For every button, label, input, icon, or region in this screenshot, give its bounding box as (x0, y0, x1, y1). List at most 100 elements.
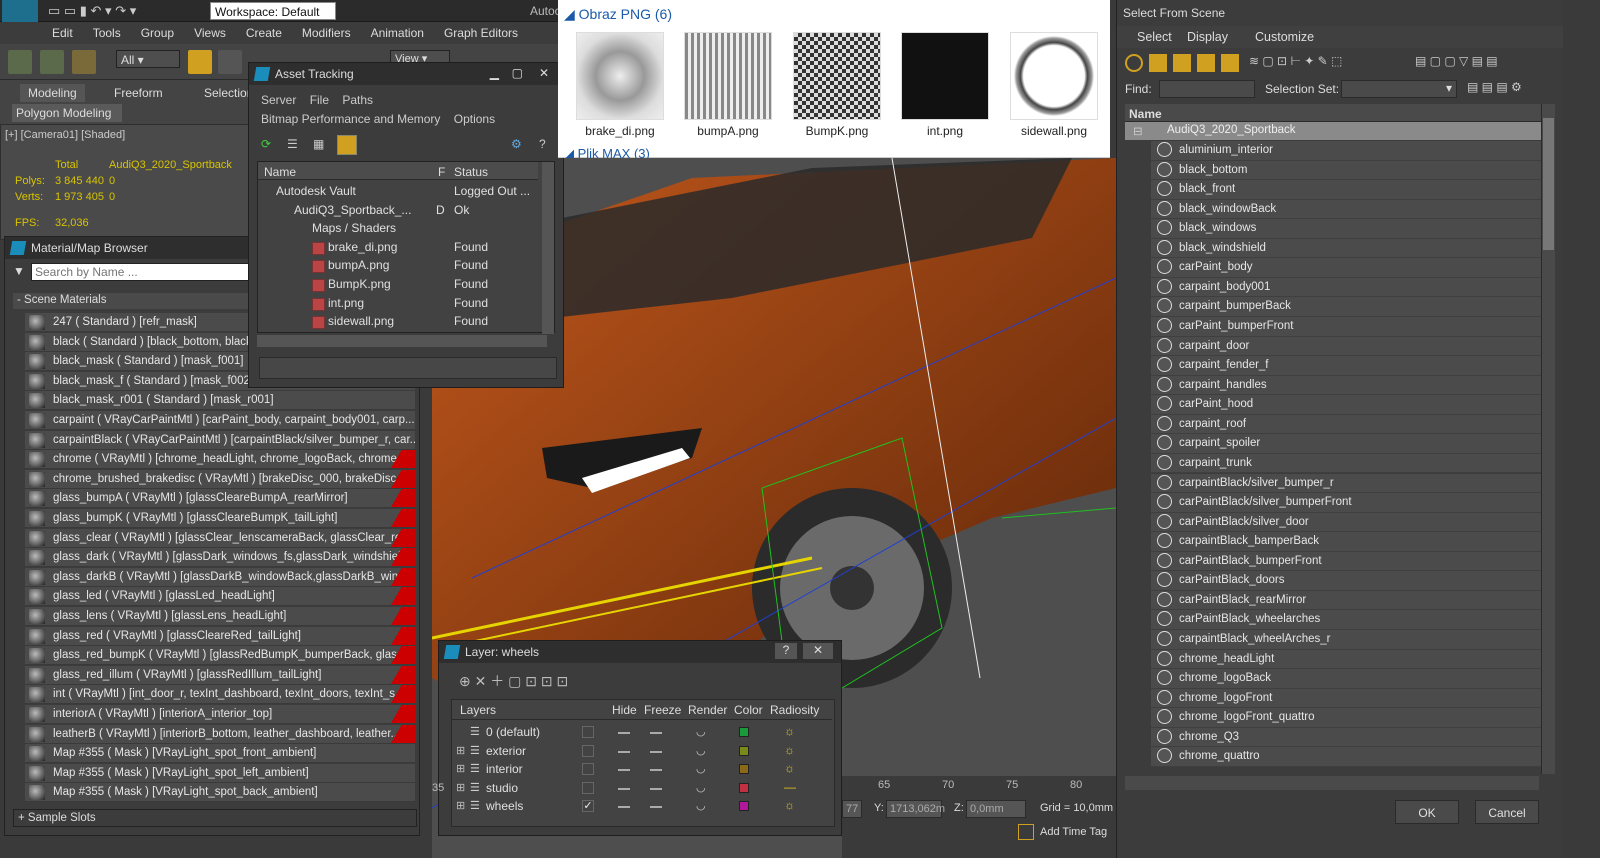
scrollbar-thumb[interactable] (1543, 118, 1554, 250)
polygon-modeling-panel[interactable]: Polygon Modeling (12, 104, 122, 122)
hide-toggle[interactable] (618, 806, 630, 809)
minimize-icon[interactable]: ▁ (490, 66, 499, 80)
png-group-header[interactable]: ◢ Obraz PNG (6) (564, 6, 672, 23)
scene-vscrollbar[interactable] (1541, 104, 1555, 774)
render-teapot-icon[interactable]: ◡ (696, 799, 706, 812)
col-layers[interactable]: Layers (460, 703, 496, 717)
material-item[interactable]: Map #355 ( Mask ) [VRayLight_spot_front_… (25, 744, 415, 764)
menu-tools[interactable]: Tools (83, 22, 131, 40)
thumb-bumpk[interactable] (793, 32, 881, 120)
menu-group[interactable]: Group (131, 22, 184, 40)
material-item[interactable]: glass_red_bumpK ( VRayMtl ) [glassRedBum… (25, 646, 415, 666)
set-tools-icons[interactable]: ▤ ▤ ▤ ⚙ (1467, 80, 1522, 94)
hide-toggle[interactable] (618, 769, 630, 772)
asset-path-field[interactable] (259, 357, 557, 379)
current-layer-checkbox[interactable] (582, 726, 594, 738)
y-coord-field[interactable]: 1713,062m (886, 800, 945, 818)
asset-row[interactable]: AudiQ3_Sportback_... D Ok (258, 203, 536, 221)
link-icon[interactable] (8, 50, 32, 74)
helpers-filter-icon[interactable] (1221, 54, 1239, 72)
layer-color-swatch[interactable] (739, 801, 749, 812)
scene-object-row[interactable]: black_windowBack (1151, 199, 1541, 220)
refresh-icon[interactable]: ⟳ (261, 137, 277, 153)
scene-object-row[interactable]: carpaintBlack_wheelArches_r (1151, 630, 1541, 650)
geometry-filter-icon[interactable] (1125, 54, 1143, 72)
col-status[interactable]: Status (454, 165, 488, 179)
scene-object-row[interactable]: chrome_logoBack (1151, 669, 1541, 689)
hide-toggle[interactable] (618, 787, 630, 790)
menu-create[interactable]: Create (236, 22, 292, 40)
scene-object-row[interactable]: black_front (1151, 180, 1541, 200)
add-time-tag-button[interactable]: Add Time Tag (1040, 826, 1107, 838)
scene-object-row[interactable]: carPaintBlack_doors (1151, 571, 1541, 591)
scene-object-row[interactable]: carPaint_hood (1151, 395, 1541, 415)
cancel-button[interactable]: Cancel (1475, 800, 1539, 824)
freeze-toggle[interactable] (650, 750, 662, 753)
hide-toggle[interactable] (618, 732, 630, 734)
current-layer-checkbox[interactable] (582, 781, 594, 794)
scene-object-row[interactable]: black_bottom (1151, 160, 1541, 181)
time-tag-icon[interactable] (1018, 824, 1034, 840)
lamp-icon[interactable]: ☼ (784, 761, 795, 775)
material-item[interactable]: black_mask_r001 ( Standard ) [mask_r001] (25, 391, 415, 411)
layer-row[interactable]: ⊞ ☰ studio ◡ — (452, 780, 822, 798)
material-item[interactable]: Map #355 ( Mask ) [VRayLight_spot_back_a… (25, 783, 415, 803)
scene-object-row[interactable]: carpaint_handles (1151, 375, 1541, 396)
freeze-toggle[interactable] (650, 787, 662, 790)
scene-object-row[interactable]: carPaintBlack_bumperFront (1151, 551, 1541, 572)
maximize-icon[interactable]: ▢ (512, 66, 523, 80)
material-item[interactable]: carpaintBlack ( VRayCarPaintMtl ) [carpa… (25, 430, 415, 450)
hide-toggle[interactable] (618, 750, 630, 753)
vault-icon[interactable]: ⚙ (511, 137, 522, 151)
spacewarps-filter-icon[interactable]: ≋ ▢ ⊡ ⊢ ✦ ✎ ⬚ (1249, 54, 1342, 68)
menu-edit[interactable]: Edit (42, 22, 83, 40)
scene-object-row[interactable]: carPaint_body (1151, 258, 1541, 278)
grid-view-icon[interactable] (337, 135, 357, 155)
menu-select[interactable]: Select (1137, 30, 1172, 44)
layer-color-swatch[interactable] (739, 745, 749, 756)
thumb-brake-di[interactable] (576, 32, 664, 120)
col-name[interactable]: Name (264, 165, 296, 179)
quick-access-icons[interactable]: ▭ ▭ ▮ ↶ ▾ ↷ ▾ (48, 3, 198, 19)
thumb-sidewall[interactable] (1010, 32, 1098, 120)
material-item[interactable]: glass_red ( VRayMtl ) [glassCleareRed_ta… (25, 626, 415, 646)
layer-toolbar-icons[interactable]: ⊕ ✕ ＋ ▢ ⊡ ⊡ ⊡ (459, 671, 568, 691)
asset-row[interactable]: BumpK.png Found (258, 277, 536, 295)
menu-views[interactable]: Views (184, 22, 236, 40)
options-dropdown-icon[interactable]: ▼ (13, 264, 29, 278)
menu-animation[interactable]: Animation (361, 22, 434, 40)
freeze-toggle[interactable] (650, 769, 662, 772)
select-by-name-icon[interactable] (218, 50, 242, 74)
asset-tracking-titlebar[interactable]: Asset Tracking ▁ ▢ ✕ (249, 63, 563, 85)
lamp-icon[interactable]: ☼ (784, 724, 795, 738)
scene-object-row[interactable]: carpaint_fender_f (1151, 356, 1541, 376)
scene-object-row[interactable]: carpaintBlack/silver_bumper_r (1151, 473, 1541, 494)
render-teapot-icon[interactable]: ◡ (696, 744, 706, 757)
col-freeze[interactable]: Freeze (644, 703, 681, 717)
thumb-int[interactable] (901, 32, 989, 120)
material-item[interactable]: Map #355 ( Mask ) [VRayLight_spot_left_a… (25, 763, 415, 783)
material-item[interactable]: carpaint ( VRayCarPaintMtl ) [carPaint_b… (25, 411, 415, 430)
scene-object-row[interactable]: chrome_logoFront (1151, 688, 1541, 709)
selection-set-select[interactable]: ▾ (1341, 80, 1457, 98)
scene-object-row[interactable]: carpaint_trunk (1151, 453, 1541, 474)
layer-row[interactable]: ⊞ ☰ wheels ✓ ◡ ☼ (452, 798, 822, 816)
expand-icon[interactable]: ⊞ (456, 781, 465, 794)
layer-row[interactable]: ☰ 0 (default) ◡ ☼ (452, 724, 822, 742)
col-name-header[interactable]: Name (1125, 104, 1545, 122)
freeze-toggle[interactable] (650, 806, 662, 809)
material-item[interactable]: leatherB ( VRayMtl ) [interiorB_bottom, … (25, 724, 415, 744)
freeze-toggle[interactable] (650, 732, 662, 734)
scene-object-row[interactable]: carpaint_bumperBack (1151, 297, 1541, 317)
col-hide[interactable]: Hide (612, 703, 637, 717)
material-item[interactable]: glass_led ( VRayMtl ) [glassLed_headLigh… (25, 587, 415, 607)
timeline-ruler[interactable]: 65 70 75 80 (842, 776, 1116, 794)
material-item[interactable]: glass_bumpK ( VRayMtl ) [glassCleareBump… (25, 509, 415, 528)
asset-row[interactable]: Maps / Shaders (258, 221, 536, 239)
asset-row[interactable]: brake_di.png Found (258, 240, 536, 258)
layer-row[interactable]: ⊞ ☰ exterior ◡ ☼ (452, 743, 822, 761)
lights-filter-icon[interactable] (1173, 54, 1191, 72)
menu-customize[interactable]: Customize (1255, 30, 1314, 44)
scene-object-row[interactable]: chrome_logoFront_quattro (1151, 708, 1541, 728)
material-item[interactable]: glass_lens ( VRayMtl ) [glassLens_headLi… (25, 607, 415, 626)
